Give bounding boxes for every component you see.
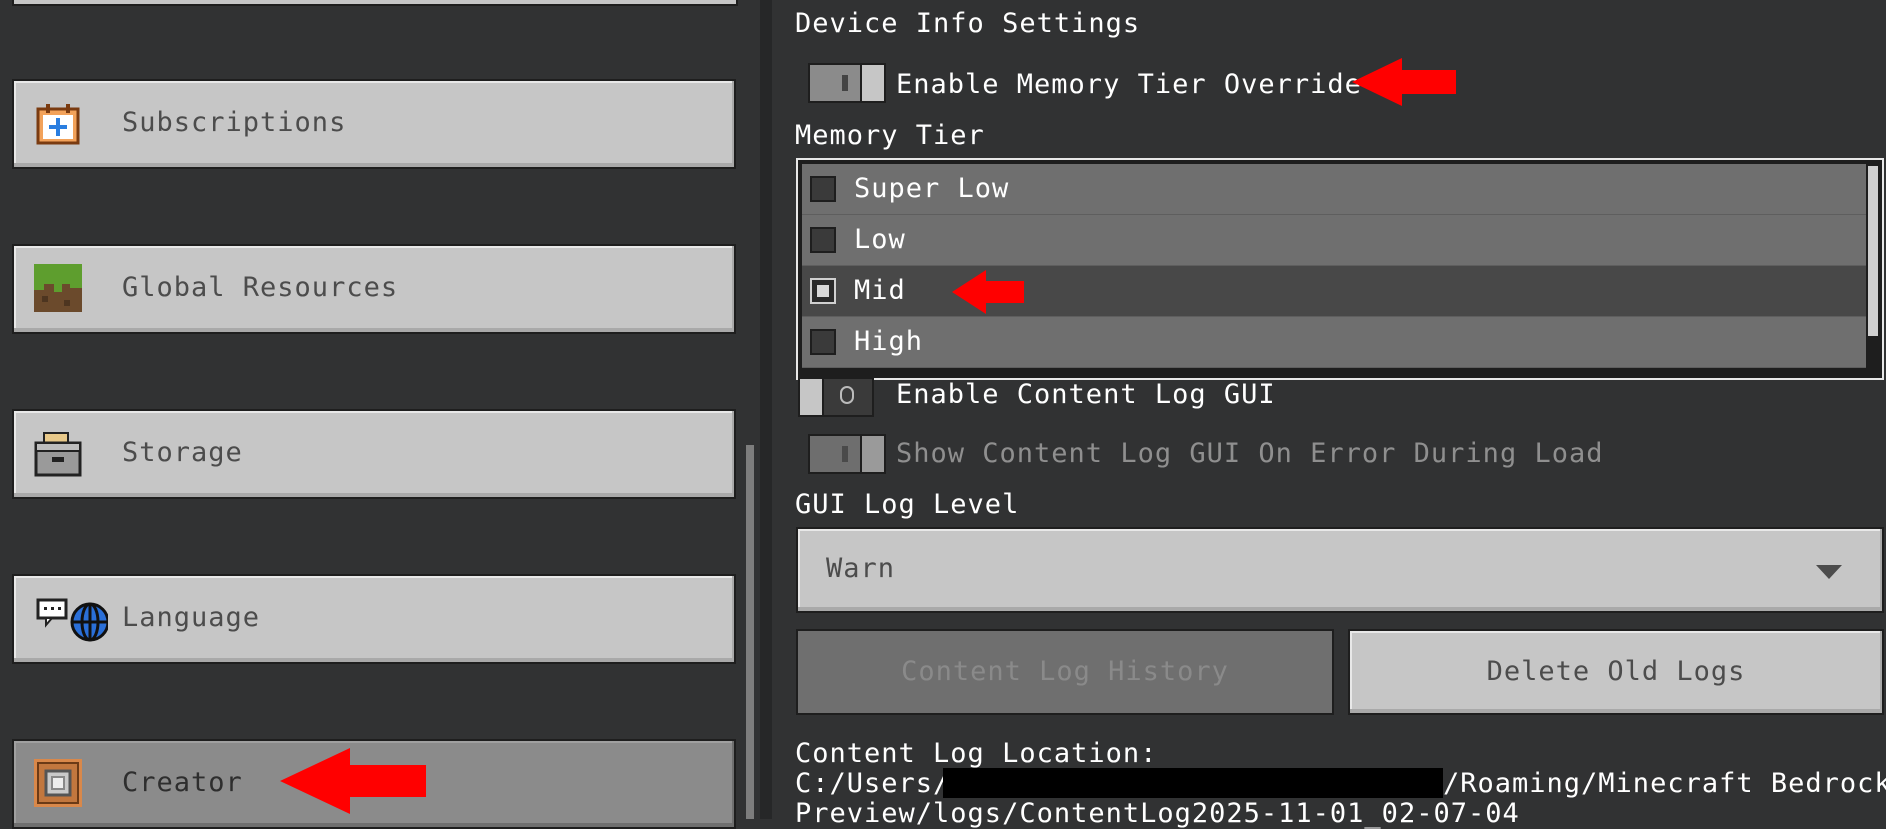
delete-old-logs-button[interactable]: Delete Old Logs xyxy=(1348,629,1884,715)
option-label: Super Low xyxy=(854,173,1010,204)
memory-tier-option-super-low[interactable]: Super Low xyxy=(802,164,1866,215)
gui-log-level-label: GUI Log Level xyxy=(795,489,1020,520)
sidebar-item-subscriptions[interactable]: Subscriptions xyxy=(12,79,736,169)
panel-divider xyxy=(760,0,772,819)
subscriptions-icon xyxy=(34,99,82,147)
toggle-on-mark xyxy=(842,75,848,91)
memory-tier-option-high[interactable]: High xyxy=(802,317,1866,368)
sidebar-item-storage[interactable]: Storage xyxy=(12,409,736,499)
sidebar-scrollbar[interactable] xyxy=(746,445,754,819)
toggle-knob xyxy=(860,434,886,474)
option-label: High xyxy=(854,326,924,357)
redaction-box xyxy=(943,768,1443,798)
memory-tier-override-label: Enable Memory Tier Override xyxy=(896,69,1362,100)
memory-tier-dropdown-list: Super Low Low Mid High xyxy=(796,158,1884,380)
button-label: Content Log History xyxy=(901,656,1229,687)
storage-box-icon xyxy=(34,429,82,477)
content-log-gui-label: Enable Content Log GUI xyxy=(896,379,1276,410)
show-on-error-toggle[interactable] xyxy=(808,434,886,474)
memory-tier-option-low[interactable]: Low xyxy=(802,215,1866,266)
toggle-on-mark xyxy=(842,446,848,462)
memory-tier-label: Memory Tier xyxy=(795,120,985,151)
log-path-end: /Roaming/Minecraft Bedrock xyxy=(1443,768,1886,799)
chevron-down-icon xyxy=(1816,565,1842,579)
option-checkbox[interactable] xyxy=(810,176,836,202)
sidebar-item-label: Storage xyxy=(122,437,243,468)
gui-log-level-select[interactable]: Warn xyxy=(796,527,1884,613)
log-path-line2: Preview/logs/ContentLog2025-11-01_02-07-… xyxy=(795,798,1520,829)
settings-sidebar: Subscriptions Global Resources Storage L… xyxy=(0,0,760,829)
button-label: Delete Old Logs xyxy=(1486,656,1746,687)
option-label: Low xyxy=(854,224,906,255)
section-heading: Device Info Settings xyxy=(795,8,1141,39)
option-checkbox[interactable] xyxy=(810,227,836,253)
option-checkbox[interactable] xyxy=(810,329,836,355)
option-label: Mid xyxy=(854,275,906,306)
sidebar-item-above[interactable] xyxy=(12,0,738,6)
sidebar-item-global-resources[interactable]: Global Resources xyxy=(12,244,736,334)
toggle-knob xyxy=(860,63,886,103)
grass-block-icon xyxy=(34,264,82,312)
sidebar-item-label: Creator xyxy=(122,767,243,798)
log-path-start: C:/Users/ xyxy=(795,768,951,799)
toggle-knob xyxy=(798,377,824,417)
memory-tier-override-toggle[interactable] xyxy=(808,63,886,103)
content-log-gui-toggle[interactable] xyxy=(798,377,874,417)
annotation-arrow-icon xyxy=(280,748,426,814)
dropdown-scrollbar[interactable] xyxy=(1868,166,1878,336)
annotation-arrow-icon xyxy=(952,270,1024,314)
sidebar-item-label: Global Resources xyxy=(122,272,399,303)
option-checkbox-checked[interactable] xyxy=(810,278,836,304)
select-value: Warn xyxy=(826,553,896,584)
command-block-icon xyxy=(34,759,82,807)
content-log-location-label: Content Log Location: xyxy=(795,738,1158,769)
sidebar-item-language[interactable]: Language xyxy=(12,574,736,664)
sidebar-item-label: Language xyxy=(122,602,261,633)
show-on-error-label: Show Content Log GUI On Error During Loa… xyxy=(896,438,1604,469)
annotation-arrow-icon xyxy=(1352,58,1456,106)
sidebar-item-label: Subscriptions xyxy=(122,107,347,138)
language-globe-icon xyxy=(36,598,110,646)
content-log-history-button[interactable]: Content Log History xyxy=(796,629,1334,715)
toggle-off-mark xyxy=(840,386,854,404)
